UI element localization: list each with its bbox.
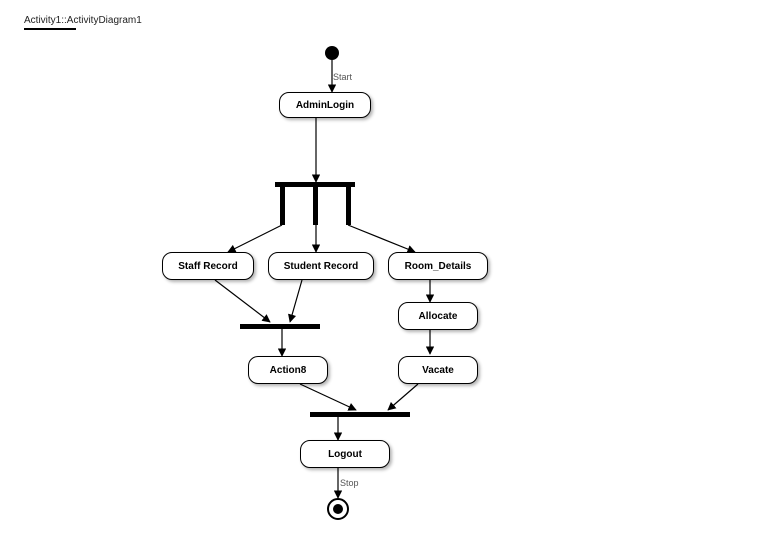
start-label: Start	[333, 72, 352, 82]
initial-node	[325, 46, 339, 60]
node-allocate[interactable]: Allocate	[398, 302, 478, 330]
node-logout[interactable]: Logout	[300, 440, 390, 468]
stop-label: Stop	[340, 478, 359, 488]
node-room-details[interactable]: Room_Details	[388, 252, 488, 280]
final-node-inner	[333, 504, 343, 514]
node-admin-login[interactable]: AdminLogin	[279, 92, 371, 118]
final-node	[327, 498, 349, 520]
node-vacate[interactable]: Vacate	[398, 356, 478, 384]
node-action8[interactable]: Action8	[248, 356, 328, 384]
fork-leg-1c	[346, 187, 351, 225]
fork-leg-1b	[313, 187, 318, 225]
node-staff-record[interactable]: Staff Record	[162, 252, 254, 280]
node-student-record[interactable]: Student Record	[268, 252, 374, 280]
fork-leg-1a	[280, 187, 285, 225]
join-bar-2	[310, 412, 410, 417]
join-bar-1	[240, 324, 320, 329]
